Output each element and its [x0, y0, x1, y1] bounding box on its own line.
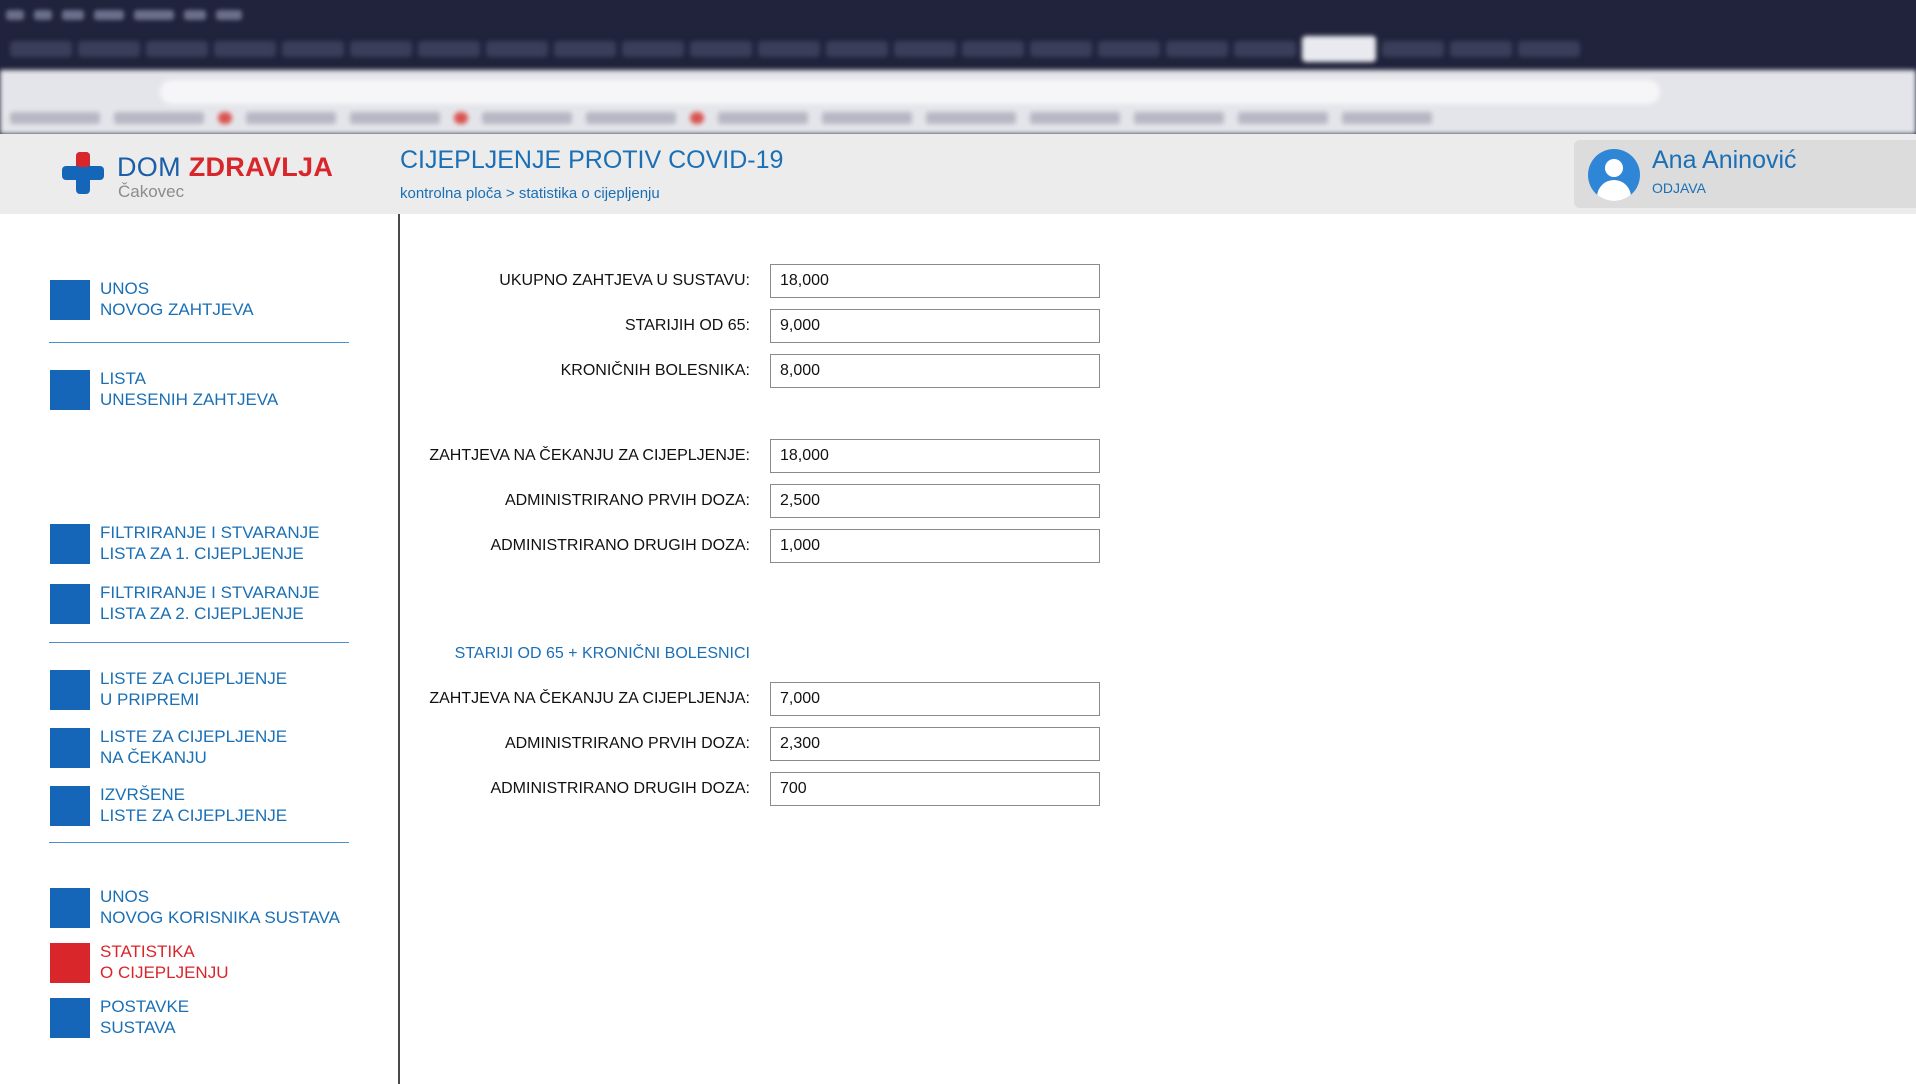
stat-label: ZAHTJEVA NA ČEKANJU ZA CIJEPLJENJE:	[429, 447, 750, 464]
browser-toolbar	[0, 70, 1916, 134]
stat-label: UKUPNO ZAHTJEVA U SUSTAVU:	[499, 272, 750, 289]
logo-text: DOM ZDRAVLJA	[117, 152, 333, 183]
logout-link[interactable]: ODJAVA	[1652, 180, 1706, 196]
sidebar-item-filter-list-2[interactable]: FILTRIRANJE I STVARANJE LISTA ZA 2. CIJEP…	[50, 582, 360, 624]
stat-first-doses-field[interactable]: 2,500	[770, 484, 1100, 518]
stat-second-doses-field[interactable]: 1,000	[770, 529, 1100, 563]
priority-first-doses-field[interactable]: 2,300	[770, 727, 1100, 761]
avatar-icon[interactable]	[1588, 149, 1640, 201]
stat-row-chronic: KRONIČNIH BOLESNIKA: 8,000	[0, 354, 1916, 388]
page-title: CIJEPLJENJE PROTIV COVID-19	[400, 146, 784, 174]
nav-square-icon	[50, 888, 90, 928]
app-header: DOM ZDRAVLJA Čakovec CIJEPLJENJE PROTIV …	[0, 134, 1916, 214]
stat-row-second-doses: ADMINISTRIRANO DRUGIH DOZA: 1,000	[0, 529, 1916, 563]
browser-chrome	[0, 0, 1916, 134]
stat-label: STARIJIH OD 65:	[624, 317, 750, 334]
bookmarks-bar	[10, 112, 1906, 128]
stat-label: ADMINISTRIRANO DRUGIH DOZA:	[490, 780, 750, 797]
sidebar-item-new-user[interactable]: UNOS NOVOG KORISNIKA SUSTAVA	[50, 886, 360, 928]
stat-row-total: UKUPNO ZAHTJEVA U SUSTAVU: 18,000	[0, 264, 1916, 298]
sidebar-divider	[49, 842, 349, 843]
user-box: Ana Aninović ODJAVA	[1574, 140, 1916, 208]
logo-city: Čakovec	[118, 182, 185, 201]
stat-over-65-field[interactable]: 9,000	[770, 309, 1100, 343]
priority-row-first-doses: ADMINISTRIRANO PRVIH DOZA: 2,300	[0, 727, 1916, 761]
stat-waiting-field[interactable]: 18,000	[770, 439, 1100, 473]
sidebar-item-statistics[interactable]: STATISTIKA O CIJEPLJENJU	[50, 941, 360, 983]
browser-tab-strip	[0, 32, 1916, 66]
stat-row-waiting: ZAHTJEVA NA ČEKANJU ZA CIJEPLJENJE: 18,0…	[0, 439, 1916, 473]
sidebar-item-label: FILTRIRANJE I STVARANJE LISTA ZA 2. CIJEP…	[100, 583, 320, 623]
address-bar	[160, 80, 1660, 104]
stat-row-first-doses: ADMINISTRIRANO PRVIH DOZA: 2,500	[0, 484, 1916, 518]
priority-second-doses-field[interactable]: 700	[770, 772, 1100, 806]
sidebar-item-label: STATISTIKA O CIJEPLJENJU	[100, 942, 229, 982]
medical-cross-icon	[62, 152, 104, 194]
sidebar-divider	[49, 642, 349, 643]
stat-label: ZAHTJEVA NA ČEKANJU ZA CIJEPLJENJA:	[429, 690, 750, 707]
priority-row-waiting: ZAHTJEVA NA ČEKANJU ZA CIJEPLJENJA: 7,00…	[0, 682, 1916, 716]
breadcrumb[interactable]: kontrolna ploča > statistika o cijepljen…	[400, 185, 660, 202]
logo-brand: ZDRAVLJA	[188, 152, 334, 182]
nav-square-icon	[50, 943, 90, 983]
priority-waiting-field[interactable]: 7,000	[770, 682, 1100, 716]
sidebar-item-settings[interactable]: POSTAVKE SUSTAVA	[50, 996, 360, 1038]
stat-label: ADMINISTRIRANO PRVIH DOZA:	[504, 492, 750, 509]
stat-chronic-field[interactable]: 8,000	[770, 354, 1100, 388]
stat-label: ADMINISTRIRANO PRVIH DOZA:	[504, 735, 750, 752]
nav-square-icon	[50, 998, 90, 1038]
logo[interactable]: DOM ZDRAVLJA Čakovec	[62, 150, 342, 201]
logo-prefix: DOM	[117, 152, 181, 182]
stat-row-over-65: STARIJIH OD 65: 9,000	[0, 309, 1916, 343]
stat-label: ADMINISTRIRANO DRUGIH DOZA:	[490, 537, 750, 554]
priority-row-second-doses: ADMINISTRIRANO DRUGIH DOZA: 700	[0, 772, 1916, 806]
sidebar-item-label: UNOS NOVOG KORISNIKA SUSTAVA	[100, 887, 340, 927]
sidebar-item-label: POSTAVKE SUSTAVA	[100, 997, 190, 1037]
priority-section-heading: STARIJI OD 65 + KRONIČNI BOLESNICI	[454, 645, 750, 662]
stat-total-field[interactable]: 18,000	[770, 264, 1100, 298]
user-name[interactable]: Ana Aninović	[1652, 146, 1797, 175]
sidebar: UNOS NOVOG ZAHTJEVA LISTA UNESENIH ZAHTJEV…	[0, 214, 400, 1084]
nav-square-icon	[50, 584, 90, 624]
stat-label: KRONIČNIH BOLESNIKA:	[560, 362, 750, 379]
browser-menu-bar	[6, 4, 242, 26]
